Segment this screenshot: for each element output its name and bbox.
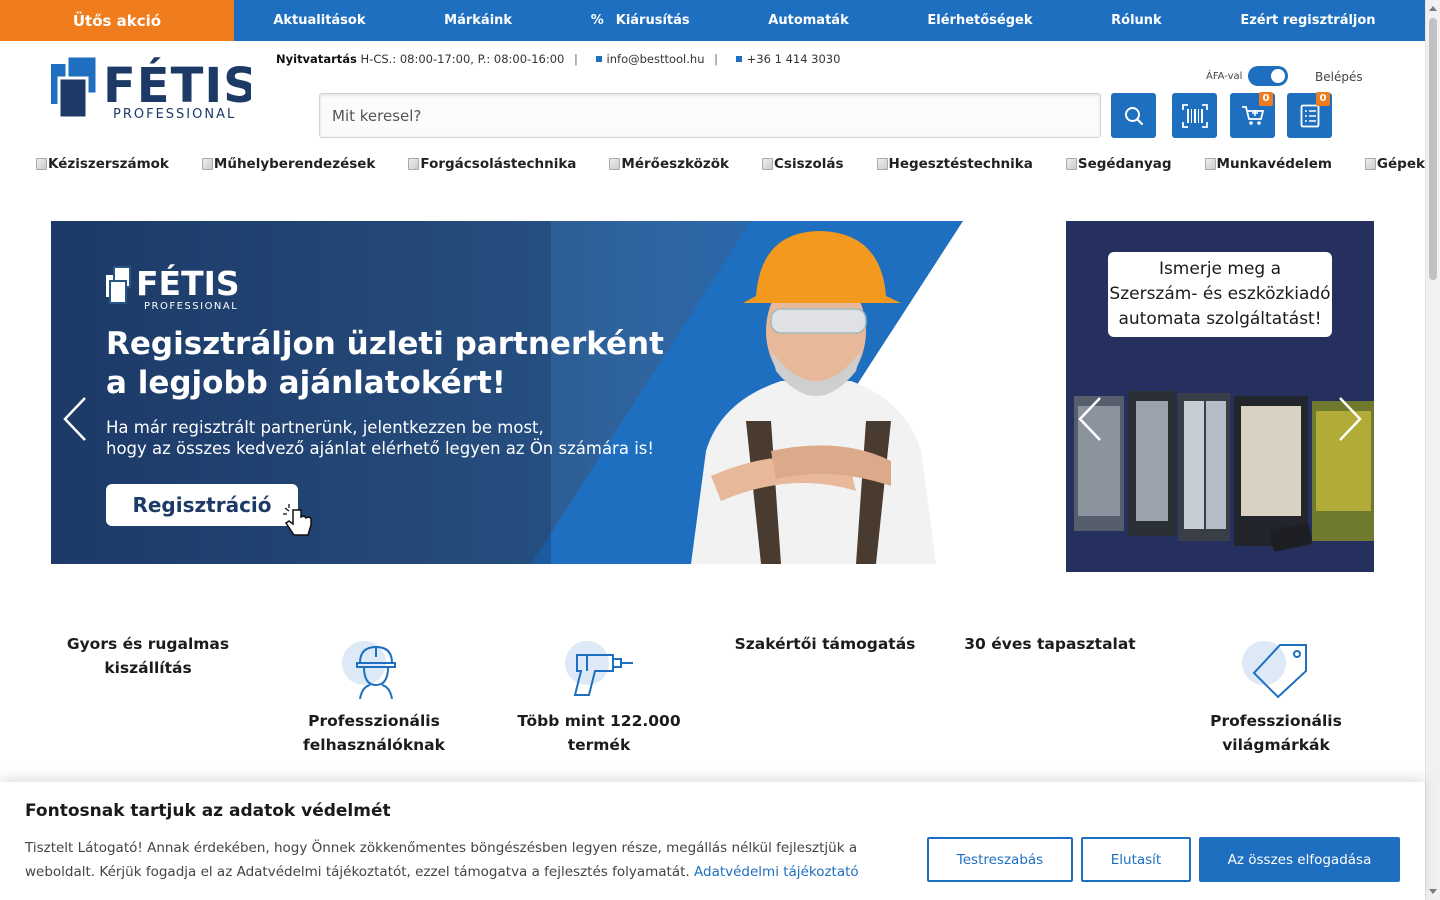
category-workshop[interactable]: Műhelyberendezések bbox=[201, 156, 375, 172]
worker-helmet-icon bbox=[342, 641, 396, 699]
nav-about[interactable]: Rólunk bbox=[1111, 13, 1162, 28]
list-count-badge: 0 bbox=[1316, 92, 1330, 106]
promo-link[interactable]: Ütős akció bbox=[0, 0, 234, 41]
site-logo[interactable]: FÉTIS PROFESSIONAL bbox=[51, 52, 258, 122]
search-input[interactable] bbox=[319, 93, 1101, 138]
feature-expert-support: Szakértői támogatás bbox=[734, 635, 916, 653]
broken-image-icon bbox=[762, 158, 773, 170]
banner-prev-arrow-icon[interactable] bbox=[63, 396, 87, 442]
email-bullet-icon bbox=[595, 56, 602, 62]
vat-label: ÁFA-val bbox=[1206, 70, 1243, 82]
broken-image-icon bbox=[1204, 158, 1216, 170]
feature-world-brands: Professzionális világmárkák bbox=[1176, 641, 1376, 757]
scroll-down-icon[interactable] bbox=[1429, 889, 1437, 894]
opening-label: Nyitvatartás bbox=[276, 52, 357, 66]
email-link[interactable]: info@besttool.hu bbox=[607, 52, 705, 66]
broken-image-icon bbox=[876, 158, 888, 170]
feature-delivery: Gyors és rugalmas kiszállítás bbox=[66, 635, 230, 677]
broken-image-icon bbox=[609, 158, 621, 170]
cart-button[interactable]: 0 bbox=[1230, 92, 1275, 138]
logo-text: FÉTIS bbox=[103, 57, 251, 114]
category-machines[interactable]: Gépek bbox=[1364, 156, 1425, 172]
banner-register-button[interactable]: Regisztráció bbox=[106, 484, 298, 526]
side-next-arrow-icon[interactable] bbox=[1338, 396, 1362, 442]
drill-icon bbox=[565, 641, 633, 696]
category-grinding[interactable]: Csiszolás bbox=[762, 156, 844, 172]
logo-mark-icon: FÉTIS PROFESSIONAL bbox=[51, 54, 258, 122]
quote-list-button[interactable]: 0 bbox=[1287, 92, 1332, 138]
nav-sale[interactable]: % Kiárusítás bbox=[591, 13, 690, 28]
scroll-thumb[interactable] bbox=[1429, 18, 1437, 280]
cart-icon bbox=[1241, 105, 1264, 125]
logo-subtext: PROFESSIONAL bbox=[113, 107, 236, 122]
nav-contacts[interactable]: Elérhetőségek bbox=[927, 13, 1032, 28]
top-navigation-bar: Ütős akció Aktualitások Márkáink % Kiárus… bbox=[0, 0, 1425, 41]
search-button[interactable] bbox=[1111, 93, 1156, 138]
banner-logo-text: FÉTIS bbox=[136, 263, 240, 303]
contact-info: Nyitvatartás H-CS.: 08:00-17:00, P.: 08:… bbox=[276, 52, 841, 66]
top-nav: Aktualitások Márkáink % Kiárusítás Automa… bbox=[234, 13, 1425, 28]
feature-experience: 30 éves tapasztalat bbox=[964, 635, 1136, 653]
category-measuring[interactable]: Mérőeszközök bbox=[609, 156, 729, 172]
hand-cursor-icon bbox=[283, 504, 312, 536]
list-icon bbox=[1300, 104, 1319, 127]
cookie-reject-button[interactable]: Elutasít bbox=[1081, 837, 1191, 882]
cookie-title: Fontosnak tartjuk az adatok védelmét bbox=[25, 801, 391, 821]
barcode-icon bbox=[1181, 103, 1208, 128]
banner-next-arrow-icon[interactable] bbox=[1001, 396, 1025, 442]
broken-image-icon bbox=[201, 158, 213, 170]
search-icon bbox=[1124, 106, 1143, 125]
broken-image-icon bbox=[1364, 158, 1376, 170]
vending-promo-card: Ismerje meg a Szerszám- és eszközkiadó a… bbox=[1108, 252, 1332, 337]
banner-logo: FÉTIS PROFESSIONAL bbox=[106, 261, 256, 315]
login-link[interactable]: Belépés bbox=[1315, 70, 1363, 84]
vat-toggle[interactable] bbox=[1248, 66, 1289, 86]
phone-bullet-icon bbox=[735, 56, 742, 62]
category-machining[interactable]: Forgácsolástechnika bbox=[408, 156, 576, 172]
nav-news[interactable]: Aktualitások bbox=[273, 13, 365, 28]
barcode-button[interactable] bbox=[1172, 93, 1217, 138]
vending-carousel[interactable]: Ismerje meg a Szerszám- és eszközkiadó a… bbox=[1066, 221, 1374, 572]
cookie-consent-bar: Fontosnak tartjuk az adatok védelmét Tis… bbox=[0, 782, 1425, 900]
percent-icon: % bbox=[590, 13, 604, 28]
nav-brands[interactable]: Márkáink bbox=[444, 13, 512, 28]
category-welding[interactable]: Hegesztéstechnika bbox=[876, 156, 1033, 172]
feature-product-count: Több mint 122.000 termék bbox=[499, 641, 699, 757]
nav-sale-label: Kiárusítás bbox=[615, 13, 690, 28]
worker-illustration bbox=[691, 231, 936, 564]
cookie-text: Tisztelt Látogató! Annak érdekében, hogy… bbox=[25, 840, 859, 880]
banner-body: Ha már regisztrált partnerünk, jelentkez… bbox=[106, 418, 654, 458]
banner-logo-subtext: PROFESSIONAL bbox=[144, 301, 238, 311]
feature-professional-users: Professzionális felhasználóknak bbox=[274, 641, 474, 757]
vat-switch[interactable]: ÁFA-val bbox=[1206, 66, 1289, 86]
cookie-accept-all-button[interactable]: Az összes elfogadása bbox=[1199, 837, 1400, 882]
broken-image-icon bbox=[408, 158, 420, 170]
banner-headline: Regisztráljon üzleti partnerként a legjob… bbox=[106, 326, 664, 401]
privacy-policy-link[interactable]: Adatvédelmi tájékoztató bbox=[694, 864, 859, 880]
category-safety[interactable]: Munkavédelem bbox=[1204, 156, 1332, 172]
broken-image-icon bbox=[1065, 158, 1077, 170]
page-scrollbar[interactable] bbox=[1425, 0, 1440, 900]
side-prev-arrow-icon[interactable] bbox=[1078, 396, 1102, 442]
vending-machines-illustration bbox=[1074, 391, 1374, 552]
scroll-up-icon[interactable] bbox=[1429, 6, 1437, 11]
hero-carousel[interactable]: FÉTIS PROFESSIONAL Regisztráljon üzleti … bbox=[51, 221, 1036, 564]
nav-register-why[interactable]: Ezért regisztráljon bbox=[1240, 13, 1375, 28]
category-hand-tools[interactable]: Kéziszerszámok bbox=[36, 156, 169, 172]
category-menu: Kéziszerszámok Műhelyberendezések Forgác… bbox=[36, 156, 1425, 172]
cookie-customize-button[interactable]: Testreszabás bbox=[927, 837, 1073, 882]
opening-hours: H-CS.: 08:00-17:00, P.: 08:00-16:00 bbox=[360, 52, 565, 66]
nav-vending[interactable]: Automaták bbox=[768, 13, 848, 28]
category-consumables[interactable]: Segédanyag bbox=[1065, 156, 1172, 172]
broken-image-icon bbox=[36, 158, 47, 170]
price-tag-icon bbox=[1242, 641, 1307, 699]
cart-count-badge: 0 bbox=[1259, 92, 1273, 106]
phone-link[interactable]: +36 1 414 3030 bbox=[747, 52, 841, 66]
